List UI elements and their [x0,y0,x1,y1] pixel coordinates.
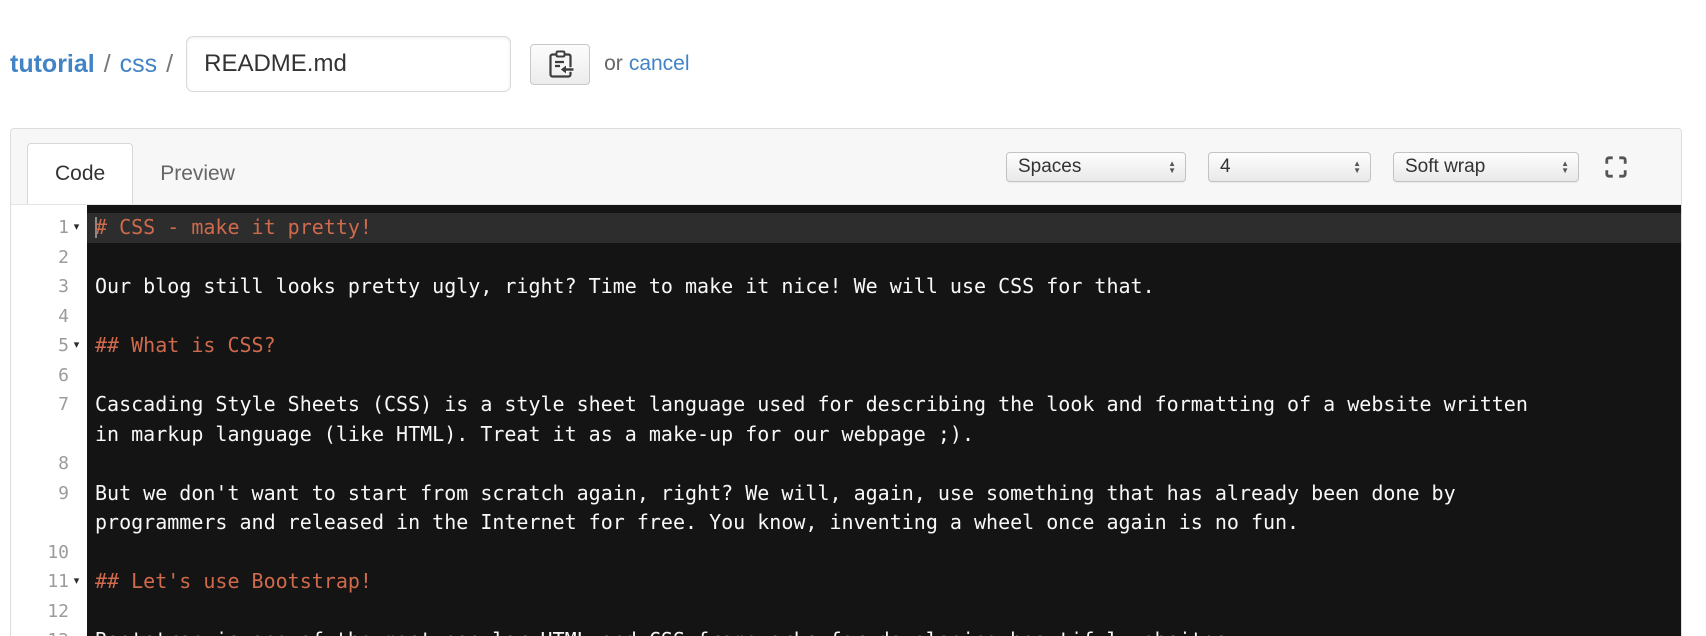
code-line-row: 1 ▾ # CSS - make it pretty! [11,213,1681,243]
code-line-text[interactable]: ## Let's use Bootstrap! [87,567,1681,597]
up-down-caret-icon: ▲ ▼ [1561,158,1569,175]
code-line-row: 5 ▾ ## What is CSS? [11,331,1681,361]
gutter-cell: 9 [11,479,87,509]
line-number: 2 [58,246,69,268]
breadcrumb: tutorial / css / or cancel [0,0,1706,103]
code-line-row: programmers and released in the Internet… [11,508,1681,538]
code-line-text[interactable]: Bootstrap is one of the most popular HTM… [87,626,1681,636]
line-number: 5 [58,335,69,356]
gutter-cell: 2 [11,243,87,273]
or-label: or [604,52,623,75]
code-line-text[interactable]: Our blog still looks pretty ugly, right?… [87,272,1681,302]
indent-size-select[interactable]: 4 ▲ ▼ [1208,151,1371,182]
code-line-row: in markup language (like HTML). Treat it… [11,420,1681,450]
gutter-cell: 4 [11,302,87,332]
line-number: 10 [47,541,69,563]
fullscreen-button[interactable] [1601,152,1631,182]
code-line-text[interactable] [87,538,1681,568]
gutter-cell: 1 ▾ [11,213,87,243]
cancel-link[interactable]: cancel [629,52,690,76]
code-line-row: 3 Our blog still looks pretty ugly, right… [11,272,1681,302]
code-line-text[interactable] [87,243,1681,273]
chevron-down-icon[interactable]: ▾ [69,213,84,243]
up-down-caret-icon: ▲ ▼ [1353,158,1361,175]
code-line-text[interactable]: # CSS - make it pretty! [87,213,1681,243]
code-line-row: 13 Bootstrap is one of the most popular H… [11,626,1681,636]
code-line-text[interactable]: ## What is CSS? [87,331,1681,361]
editor-header: Code Preview Spaces ▲ ▼ 4 ▲ ▼ Soft wrap ▲ ▼ [11,129,1681,205]
editor-panel: Code Preview Spaces ▲ ▼ 4 ▲ ▼ Soft wrap ▲ ▼ [10,128,1682,636]
filename-input[interactable] [186,36,512,92]
code-editor[interactable]: 1 ▾ # CSS - make it pretty! 2 3 Our blog stil… [11,205,1681,636]
line-number: 13 [47,626,69,636]
line-number: 8 [58,453,69,474]
gutter-cell: 12 [11,597,87,627]
wrap-mode-value: Soft wrap [1405,155,1486,177]
gutter-cell: 13 [11,626,87,636]
breadcrumb-repo-link[interactable]: tutorial [10,50,95,79]
up-down-caret-icon: ▲ ▼ [1168,158,1176,175]
code-line-text[interactable]: Cascading Style Sheets (CSS) is a style … [87,390,1681,420]
code-line-text[interactable] [87,449,1681,479]
code-line-row: 12 [11,597,1681,627]
code-line-row: 4 [11,302,1681,332]
file-tabs: Code Preview [27,143,262,204]
gutter-cell: 5 ▾ [11,331,87,361]
tab-preview[interactable]: Preview [133,143,262,204]
line-number: 7 [58,394,69,415]
code-line-row: 9 But we don't want to start from scratch… [11,479,1681,509]
line-number: 1 [58,217,69,238]
breadcrumb-separator: / [103,49,111,78]
gutter-cell: 11 ▾ [11,567,87,597]
code-line-text[interactable] [87,361,1681,391]
line-number: 11 [47,571,69,592]
tab-code[interactable]: Code [27,143,134,204]
gutter-cell [11,420,87,450]
clipboard-arrow-icon [547,50,574,79]
gutter-cell [11,508,87,538]
gutter-cell: 8 [11,449,87,479]
code-line-row: 8 [11,449,1681,479]
code-line-row: 7 Cascading Style Sheets (CSS) is a style… [11,390,1681,420]
line-number: 3 [58,276,69,297]
gutter-cell: 7 [11,390,87,420]
code-line-row: 6 [11,361,1681,391]
breadcrumb-folder-link[interactable]: css [120,50,158,79]
wrap-mode-select[interactable]: Soft wrap ▲ ▼ [1393,151,1579,182]
indent-mode-value: Spaces [1018,155,1082,177]
code-line-row: 11 ▾ ## Let's use Bootstrap! [11,567,1681,597]
indent-size-value: 4 [1220,155,1231,177]
line-number: 12 [47,600,69,622]
gutter-cell: 6 [11,361,87,391]
chevron-down-icon[interactable]: ▾ [69,567,84,597]
editor-controls: Spaces ▲ ▼ 4 ▲ ▼ Soft wrap ▲ ▼ [1006,151,1631,182]
code-line-row: 2 [11,243,1681,273]
code-line-text[interactable] [87,302,1681,332]
screen-full-icon [1603,154,1629,180]
code-line-text[interactable]: programmers and released in the Internet… [87,508,1681,538]
line-number: 6 [58,364,69,386]
code-line-row: 10 [11,538,1681,568]
indent-mode-select[interactable]: Spaces ▲ ▼ [1006,151,1186,182]
gutter-cell: 10 [11,538,87,568]
chevron-down-icon[interactable]: ▾ [69,331,84,361]
copy-path-button[interactable] [530,43,591,85]
gutter-cell: 3 [11,272,87,302]
text-cursor [95,217,97,238]
code-line-text[interactable]: But we don't want to start from scratch … [87,479,1681,509]
breadcrumb-separator: / [166,49,174,78]
code-line-text[interactable]: in markup language (like HTML). Treat it… [87,420,1681,450]
line-number: 9 [58,482,69,504]
line-number: 4 [58,305,69,327]
code-line-text[interactable] [87,597,1681,627]
